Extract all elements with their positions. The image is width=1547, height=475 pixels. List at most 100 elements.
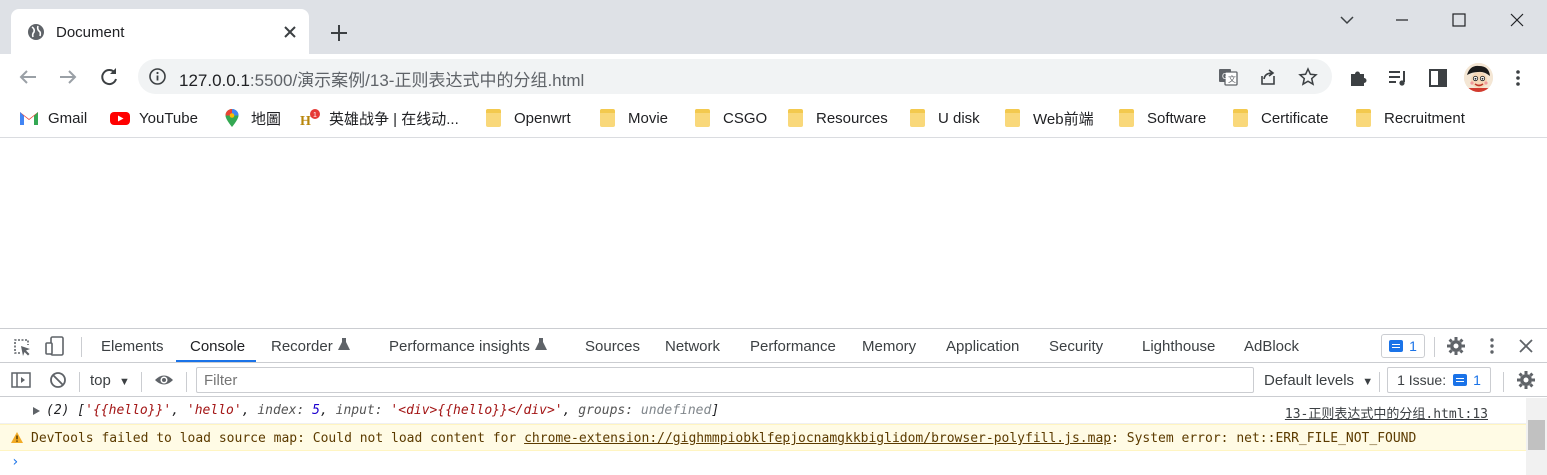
array-item: '{{hello}}' <box>85 403 172 418</box>
window-close-icon[interactable] <box>1503 8 1531 32</box>
prop-key: groups: <box>578 403 634 418</box>
chrome-menu-icon[interactable] <box>1507 67 1529 89</box>
tab-application[interactable]: Application <box>946 338 1019 355</box>
console-filter-input[interactable] <box>196 367 1254 393</box>
new-tab-icon[interactable] <box>326 20 352 46</box>
active-tab-indicator <box>176 360 256 362</box>
expand-triangle-icon[interactable] <box>33 407 40 415</box>
settings-gear-icon[interactable] <box>1446 336 1466 356</box>
tab-network[interactable]: Network <box>665 338 720 355</box>
maximize-icon[interactable] <box>1445 8 1473 32</box>
tab-lighthouse[interactable]: Lighthouse <box>1142 338 1215 355</box>
tab-performance-insights[interactable]: Performance insights <box>389 338 547 355</box>
bookmark-folder-recruitment[interactable]: Recruitment <box>1356 107 1465 129</box>
bookmark-folder-openwrt[interactable]: Openwrt <box>486 107 571 129</box>
globe-icon <box>28 24 44 40</box>
back-arrow-icon[interactable] <box>14 63 42 91</box>
folder-icon <box>486 109 501 127</box>
folder-icon <box>1119 109 1134 127</box>
share-icon[interactable] <box>1258 67 1278 87</box>
dropdown-arrow-icon: ▼ <box>119 376 130 388</box>
maps-pin-icon <box>225 109 239 127</box>
warning-prefix: DevTools failed to load source map: Coul… <box>31 431 525 446</box>
toolbar-divider <box>141 372 142 392</box>
close-devtools-icon[interactable] <box>1516 336 1536 356</box>
array-item: 'hello' <box>186 403 242 418</box>
chevron-down-icon[interactable] <box>1333 8 1361 32</box>
bookmark-star-icon[interactable] <box>1298 67 1318 87</box>
clear-console-icon[interactable] <box>48 370 68 390</box>
folder-icon <box>910 109 925 127</box>
log-text: (2) ['{{hello}}', 'hello', index: 5, inp… <box>46 403 720 418</box>
minimize-icon[interactable] <box>1388 8 1416 32</box>
more-options-icon[interactable] <box>1482 336 1502 356</box>
tab-label: Recorder <box>271 338 333 355</box>
bookmark-label: Gmail <box>48 109 88 127</box>
close-tab-icon[interactable] <box>279 21 301 43</box>
bookmark-folder-certificate[interactable]: Certificate <box>1233 107 1329 129</box>
console-prompt[interactable]: › <box>11 454 19 470</box>
address-bar[interactable]: 127.0.0.1:5500/演示案例/13-正则表达式中的分组.html G … <box>138 59 1332 94</box>
folder-icon <box>1233 109 1248 127</box>
toolbar-divider <box>81 337 82 357</box>
bookmark-folder-csgo[interactable]: CSGO <box>695 107 767 129</box>
translate-icon[interactable]: G 文 <box>1218 67 1238 87</box>
bookmark-label: YouTube <box>139 109 198 127</box>
console-settings-gear-icon[interactable] <box>1516 370 1536 390</box>
url-text[interactable]: 127.0.0.1:5500/演示案例/13-正则表达式中的分组.html <box>179 66 584 91</box>
inspect-element-icon[interactable] <box>12 337 32 357</box>
bookmark-folder-web[interactable]: Web前端 <box>1005 107 1094 129</box>
bookmark-maps[interactable]: 地圖 <box>222 107 281 129</box>
issues-badge-button[interactable]: 1 <box>1381 334 1425 358</box>
tab-document[interactable]: Document <box>11 9 309 54</box>
reload-icon[interactable] <box>95 63 123 91</box>
folder-icon <box>695 109 710 127</box>
tab-console[interactable]: Console <box>190 338 245 355</box>
media-playlist-icon[interactable] <box>1387 67 1409 89</box>
svg-text:文: 文 <box>1228 74 1236 84</box>
bookmark-youtube[interactable]: YouTube <box>110 107 198 129</box>
tab-label: Performance insights <box>389 338 530 355</box>
console-log-message[interactable]: (2) ['{{hello}}', 'hello', index: 5, inp… <box>0 398 1526 424</box>
console-output: (2) ['{{hello}}', 'hello', index: 5, inp… <box>0 398 1547 475</box>
tab-performance[interactable]: Performance <box>750 338 836 355</box>
source-link[interactable]: 13-正则表达式中的分组.html:13 <box>1285 403 1488 422</box>
bookmark-folder-udisk[interactable]: U disk <box>910 107 980 129</box>
context-selector[interactable]: top ▼ <box>90 372 130 389</box>
log-levels-label: Default levels <box>1264 372 1355 389</box>
bookmark-folder-software[interactable]: Software <box>1119 107 1206 129</box>
log-levels-dropdown[interactable]: Default levels ▼ <box>1264 372 1373 389</box>
bookmark-gmail[interactable]: Gmail <box>19 107 87 129</box>
prop-key: input: <box>335 403 383 418</box>
side-panel-icon[interactable] <box>1427 67 1449 89</box>
devtools-panel: Elements Console Recorder Performance in… <box>0 328 1547 475</box>
bookmark-label: Resources <box>816 109 888 127</box>
tab-adblock[interactable]: AdBlock <box>1244 338 1299 355</box>
site-info-icon[interactable] <box>148 67 167 86</box>
prop-value: 5 <box>312 403 320 418</box>
issues-button[interactable]: 1 Issue: 1 <box>1387 367 1491 393</box>
console-warning-message: DevTools failed to load source map: Coul… <box>0 424 1526 451</box>
extensions-puzzle-icon[interactable] <box>1347 67 1369 89</box>
profile-avatar[interactable] <box>1464 63 1493 92</box>
game-icon: H 1 <box>300 109 320 127</box>
toolbar-divider <box>79 372 80 392</box>
tab-sources[interactable]: Sources <box>585 338 640 355</box>
forward-arrow-icon[interactable] <box>54 63 82 91</box>
tab-recorder[interactable]: Recorder <box>271 338 350 355</box>
warning-link[interactable]: chrome-extension://gighmmpiobklfepjocnam… <box>524 431 1111 446</box>
bookmark-folder-movie[interactable]: Movie <box>600 107 668 129</box>
prop-key: index: <box>257 403 305 418</box>
tab-security[interactable]: Security <box>1049 338 1103 355</box>
bookmark-folder-resources[interactable]: Resources <box>788 107 888 129</box>
bookmark-game[interactable]: H 1 英雄战争 | 在线动... <box>300 107 459 129</box>
tab-elements[interactable]: Elements <box>101 338 164 355</box>
tab-strip: Document <box>0 0 1547 54</box>
device-toolbar-icon[interactable] <box>45 336 65 356</box>
context-value: top <box>90 372 111 389</box>
scrollbar-thumb[interactable] <box>1528 420 1545 450</box>
sidebar-toggle-icon[interactable] <box>11 370 31 390</box>
eye-icon[interactable] <box>154 370 174 390</box>
devtools-tabbar: Elements Console Recorder Performance in… <box>0 329 1547 363</box>
tab-memory[interactable]: Memory <box>862 338 916 355</box>
